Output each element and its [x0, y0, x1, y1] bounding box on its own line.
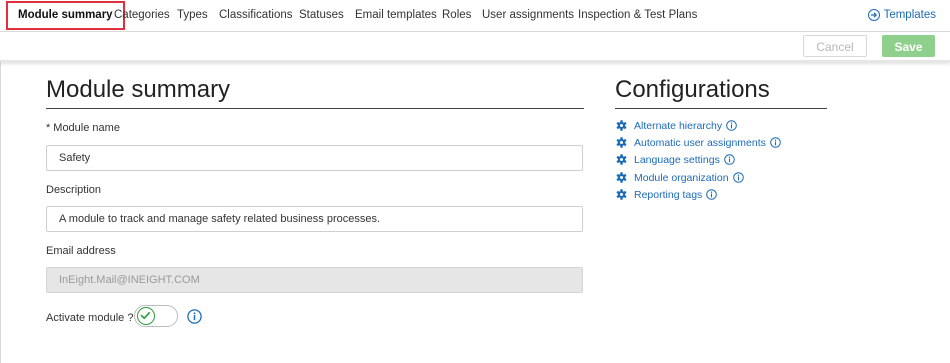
description-label: Description — [46, 184, 102, 196]
activate-module-label: Activate module ? — [46, 312, 134, 324]
arrow-right-circle-icon — [867, 9, 880, 21]
config-label: Language settings — [634, 154, 720, 166]
action-bar: Cancel Save — [0, 32, 950, 62]
cancel-button[interactable]: Cancel — [803, 35, 867, 57]
tab-categories[interactable]: Categories — [114, 0, 170, 31]
config-link-language-settings[interactable]: Language settings — [616, 152, 735, 168]
tab-email-templates[interactable]: Email templates — [355, 0, 437, 31]
config-link-module-organization[interactable]: Module organization — [616, 170, 744, 186]
templates-link[interactable]: Templates — [867, 0, 936, 31]
config-label: Reporting tags — [634, 189, 703, 201]
gear-icon — [616, 189, 627, 205]
gear-icon — [616, 172, 627, 188]
config-link-automatic-user-assignments[interactable]: Automatic user assignments — [616, 135, 781, 151]
required-marker: * — [46, 122, 51, 134]
templates-link-label: Templates — [883, 9, 936, 21]
tab-types[interactable]: Types — [177, 0, 208, 31]
info-icon[interactable] — [724, 154, 735, 170]
tab-inspection-test-plans[interactable]: Inspection & Test Plans — [578, 0, 697, 31]
config-label: Module organization — [634, 172, 729, 184]
activate-module-toggle[interactable] — [134, 305, 178, 327]
description-input[interactable]: A module to track and manage safety rela… — [46, 206, 583, 232]
gear-icon — [616, 137, 627, 153]
info-icon[interactable] — [770, 137, 781, 153]
configurations-title: Configurations — [615, 76, 770, 103]
module-name-input[interactable]: Safety — [46, 145, 583, 171]
tab-statuses[interactable]: Statuses — [299, 0, 344, 31]
tab-module-summary[interactable]: Module summary — [6, 1, 125, 30]
save-button[interactable]: Save — [882, 35, 935, 57]
info-icon[interactable] — [726, 120, 737, 136]
config-link-alternate-hierarchy[interactable]: Alternate hierarchy — [616, 118, 737, 134]
tab-user-assignments[interactable]: User assignments — [482, 0, 574, 31]
configurations-title-underline — [615, 108, 827, 109]
config-link-reporting-tags[interactable]: Reporting tags — [616, 187, 718, 205]
info-icon[interactable] — [706, 189, 718, 205]
config-label: Alternate hierarchy — [634, 120, 723, 132]
gear-icon — [616, 154, 627, 170]
config-label: Automatic user assignments — [634, 137, 766, 149]
module-name-label-text: Module name — [53, 122, 120, 134]
module-summary-title: Module summary — [46, 76, 231, 103]
gear-icon — [616, 120, 627, 136]
email-address-label: Email address — [46, 245, 116, 257]
module-tabs-bar: Module summary Categories Types Classifi… — [0, 0, 950, 32]
info-icon[interactable] — [732, 172, 744, 188]
module-name-label: * Module name — [46, 122, 120, 134]
email-address-input: InEight.Mail@INEIGHT.COM — [46, 267, 583, 293]
info-icon[interactable] — [187, 309, 202, 329]
tab-roles[interactable]: Roles — [442, 0, 471, 31]
module-summary-title-underline — [46, 108, 584, 109]
tab-classifications[interactable]: Classifications — [219, 0, 293, 31]
checkmark-icon — [137, 307, 155, 325]
